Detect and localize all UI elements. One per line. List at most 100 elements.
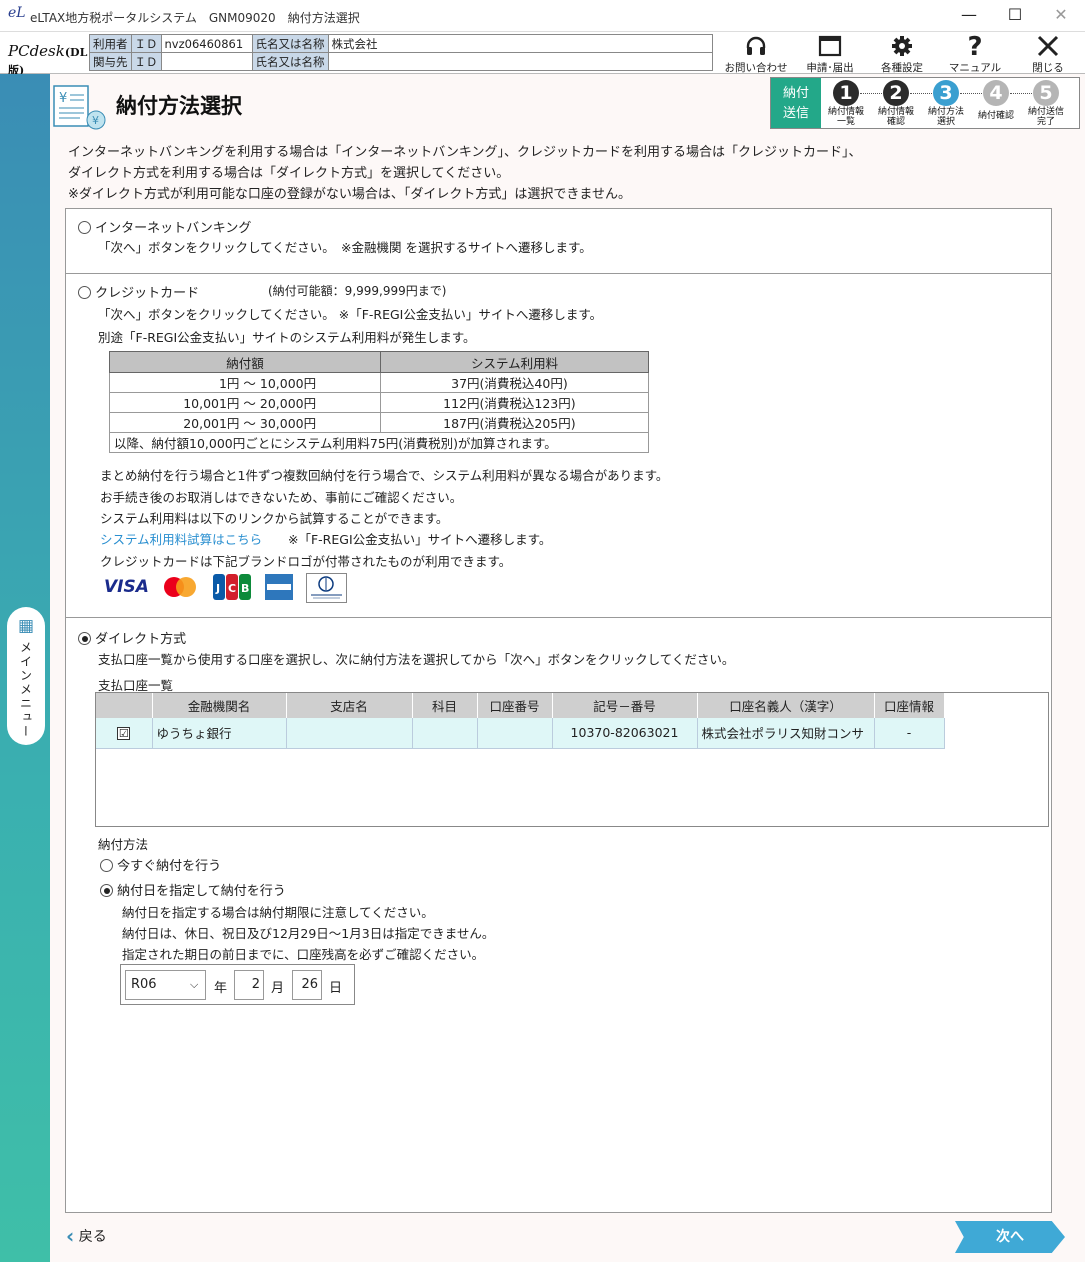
- maximize-button[interactable]: ☐: [992, 0, 1038, 32]
- internet-banking-option[interactable]: インターネットバンキング: [78, 217, 251, 236]
- subject-cell: [412, 718, 478, 749]
- manual-button[interactable]: ? マニュアル: [945, 34, 1005, 74]
- chevron-down-icon: ⌵: [190, 978, 199, 991]
- direct-option[interactable]: ダイレクト方式: [78, 628, 186, 647]
- direct-radio[interactable]: [78, 632, 91, 645]
- back-label: 戻る: [78, 1229, 107, 1245]
- app-close-button[interactable]: 閉じる: [1020, 34, 1076, 74]
- diners-logo: [306, 573, 347, 603]
- apply-button[interactable]: 申請･届出: [800, 34, 860, 74]
- step-number: 2: [883, 80, 909, 106]
- fee-header-charge: システム利用料: [380, 351, 649, 373]
- fee-footer: 以降、納付額10,000円ごとにシステム利用料75円(消費税別)が加算されます。: [109, 432, 649, 453]
- col-code: 記号－番号: [552, 693, 698, 718]
- user-info-table: 利用者 ＩＤ nvz06460861 氏名又は名称 株式会社 関与先 ＩＤ 氏名…: [89, 34, 713, 71]
- headset-icon: [722, 34, 790, 60]
- month-input[interactable]: 2: [234, 970, 264, 1000]
- intro-line-1: インターネットバンキングを利用する場合は「インターネットバンキング」、クレジット…: [68, 145, 862, 160]
- account-cell: [477, 718, 553, 749]
- step-5: 5 納付送信 完了: [1022, 80, 1070, 127]
- page-title: 納付方法選択: [116, 94, 242, 118]
- logo-main: PCdesk: [8, 42, 65, 60]
- next-button[interactable]: 次へ: [955, 1221, 1065, 1253]
- close-label: 閉じる: [1032, 62, 1064, 74]
- id-label: ＩＤ: [130, 34, 162, 53]
- step-number: 1: [833, 80, 859, 106]
- amex-logo: [264, 573, 294, 601]
- window-icon: [800, 34, 860, 60]
- table-row: 20,001円 ～ 30,000円 187円(消費税込205円): [108, 412, 649, 433]
- step-number: 5: [1033, 80, 1059, 106]
- eltax-logo: eL: [8, 5, 26, 21]
- name-label: 氏名又は名称: [251, 34, 329, 53]
- intro-line-2: ダイレクト方式を利用する場合は「ダイレクト方式」を選択してください。: [68, 166, 510, 181]
- table-row[interactable]: ☑ ゆうちょ銀行 10370-82063021 株式会社ポラリス知財コンサ -: [96, 718, 945, 749]
- table-row: 10,001円 ～ 20,000円 112円(消費税込123円): [108, 392, 649, 413]
- fee-amount: 10,001円 ～ 20,000円: [108, 392, 382, 413]
- intro-line-3: ※ダイレクト方式が利用可能な口座の登録がない場合は、「ダイレクト方式」は選択でき…: [68, 187, 632, 202]
- pay-date-label: 納付日を指定して納付を行う: [117, 884, 286, 899]
- fee-table: 納付額 システム利用料 1円 ～ 10,000円 37円(消費税込40円) 10,0…: [108, 351, 649, 453]
- step-1: 1 納付情報 一覧: [822, 80, 870, 127]
- step-number: 4: [983, 80, 1009, 106]
- window-title: eLTAX地方税ポータルシステム GNM09020 納付方法選択: [30, 11, 360, 25]
- date-note-3: 指定された期日の前日までに、口座残高を必ずご確認ください。: [122, 947, 485, 962]
- back-button[interactable]: ‹ 戻る: [66, 1224, 107, 1248]
- credit-note-1: 「次へ」ボタンをクリックしてください。 ※「F-REGI公金支払い」サイトへ遷移…: [98, 307, 603, 322]
- step-3: 3 納付方法 選択: [922, 80, 970, 127]
- day-input[interactable]: 26: [292, 970, 322, 1000]
- account-checkbox[interactable]: ☑: [117, 727, 131, 741]
- month-unit: 月: [271, 981, 285, 996]
- rel-name-label: 氏名又は名称: [251, 52, 329, 71]
- question-icon: ?: [967, 32, 983, 62]
- fee-simulation-link[interactable]: システム利用料試算はこちら: [100, 529, 262, 548]
- pay-date-radio[interactable]: [100, 884, 113, 897]
- mastercard-logo: [160, 573, 200, 601]
- direct-note: 支払口座一覧から使用する口座を選択し、次に納付方法を選択してから「次へ」ボタンを…: [98, 652, 735, 667]
- credit-info-2: お手続き後のお取消しはできないため、事前にご確認ください。: [100, 490, 463, 505]
- era-select[interactable]: R06 ⌵: [125, 970, 206, 1000]
- internet-banking-note: 「次へ」ボタンをクリックしてください。 ※金融機関 を選択するサイトへ遷移します…: [98, 240, 592, 255]
- svg-text:¥: ¥: [92, 114, 99, 127]
- bank-cell: ゆうちょ銀行: [152, 718, 287, 749]
- chevron-left-icon: ‹: [66, 1224, 75, 1248]
- col-select: [96, 693, 153, 718]
- day-unit: 日: [329, 981, 343, 996]
- user-id-value: nvz06460861: [160, 34, 253, 53]
- credit-card-label: クレジットカード: [95, 286, 200, 301]
- svg-text:J: J: [215, 582, 220, 595]
- settings-button[interactable]: 各種設定: [872, 34, 932, 74]
- pay-date-option[interactable]: 納付日を指定して納付を行う: [100, 880, 286, 899]
- date-note-1: 納付日を指定する場合は納付期限に注意してください。: [122, 905, 434, 920]
- step-4: 4 納付確認: [972, 80, 1020, 121]
- fee-amount: 1円 ～ 10,000円: [108, 372, 382, 393]
- col-holder: 口座名義人（漢字）: [697, 693, 875, 718]
- credit-card-radio[interactable]: [78, 286, 91, 299]
- minimize-button[interactable]: —: [946, 0, 992, 32]
- contact-button[interactable]: お問い合わせ: [722, 34, 790, 74]
- pay-now-option[interactable]: 今すぐ納付を行う: [100, 855, 221, 874]
- year-unit: 年: [214, 981, 228, 996]
- visa-logo: VISA: [104, 577, 149, 597]
- brand-note: クレジットカードは下記ブランドロゴが付帯されたものが利用できます。: [100, 554, 512, 569]
- info-cell: -: [874, 718, 945, 749]
- svg-text:B: B: [241, 582, 249, 595]
- fee-header-amount: 納付額: [108, 351, 382, 373]
- fee-charge: 37円(消費税込40円): [380, 372, 649, 393]
- era-value: R06: [131, 977, 157, 992]
- branch-cell: [286, 718, 413, 749]
- credit-note-2: 別途「F-REGI公金支払い」サイトのシステム利用料が発生します。: [98, 330, 476, 345]
- svg-text:¥: ¥: [59, 91, 67, 106]
- pay-now-radio[interactable]: [100, 859, 113, 872]
- pay-now-label: 今すぐ納付を行う: [117, 859, 222, 874]
- internet-banking-label: インターネットバンキング: [95, 221, 252, 236]
- credit-card-option[interactable]: クレジットカード: [78, 282, 199, 301]
- apply-label: 申請･届出: [806, 62, 854, 74]
- grid-icon: ▦: [17, 616, 35, 636]
- row-select[interactable]: ☑: [96, 718, 153, 749]
- internet-banking-radio[interactable]: [78, 221, 91, 234]
- divider: [66, 273, 1051, 274]
- user-name-value: 株式会社: [327, 34, 713, 53]
- main-menu-button[interactable]: ▦ メインメニュー: [7, 607, 45, 745]
- window-close-button[interactable]: ✕: [1038, 0, 1084, 32]
